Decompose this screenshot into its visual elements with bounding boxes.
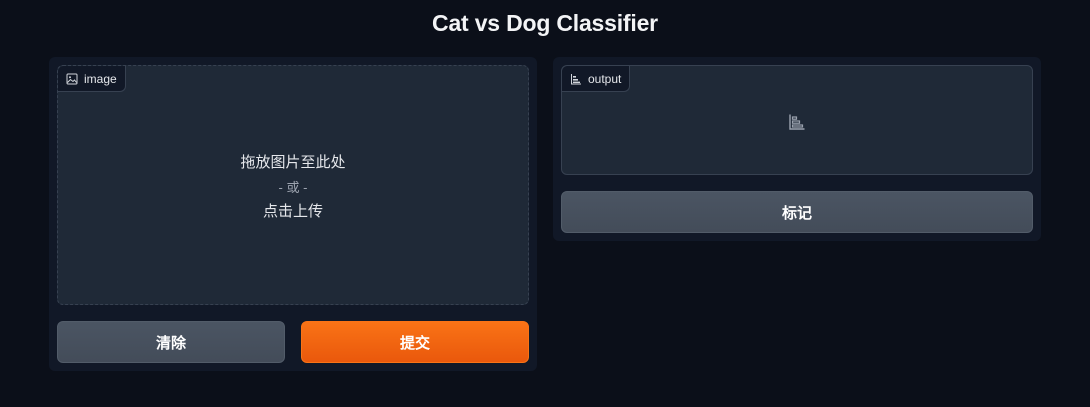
output-label: output [562, 66, 631, 92]
drop-or-separator: - 或 - [278, 180, 308, 195]
output-placeholder-bar-chart-icon [788, 113, 806, 131]
output-label-box: output [561, 65, 1033, 175]
input-panel: image 拖放图片至此处 - 或 - 点击上传 清除 提交 [49, 57, 537, 371]
image-upload-dropzone[interactable]: image 拖放图片至此处 - 或 - 点击上传 [57, 65, 529, 305]
click-upload-text: 点击上传 [262, 203, 323, 220]
image-input-label-text: image [84, 71, 117, 86]
output-panel: output 标记 [553, 57, 1041, 241]
bar-chart-icon [570, 73, 582, 85]
page-title: Cat vs Dog Classifier [432, 10, 658, 36]
flag-button[interactable]: 标记 [561, 191, 1033, 233]
output-label-text: output [588, 71, 622, 86]
drop-instruction: 拖放图片至此处 [240, 154, 346, 171]
image-icon [66, 73, 78, 85]
submit-button[interactable]: 提交 [301, 321, 529, 363]
image-input-label: image [58, 66, 126, 92]
clear-button[interactable]: 清除 [57, 321, 285, 363]
